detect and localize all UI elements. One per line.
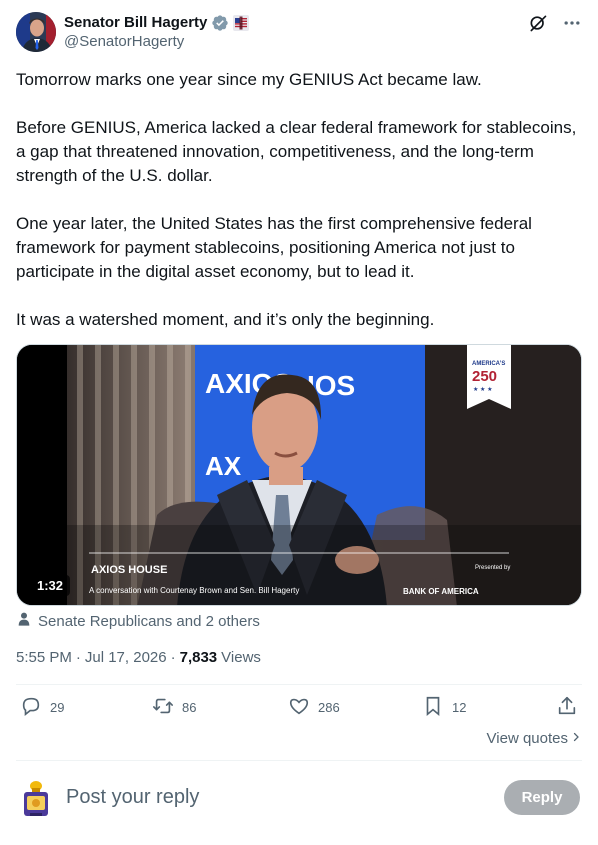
divider [16, 760, 582, 761]
sponsor-name: BANK OF AMERICA [403, 587, 479, 596]
corner-badge-top: AMERICA’S [472, 361, 505, 367]
reply-count: 29 [50, 700, 65, 715]
reply-composer: Post your reply Reply [16, 770, 582, 826]
tweet-header: Senator Bill Hagerty @SenatorHagerty [16, 12, 582, 54]
tagged-users[interactable]: Senate Republicans and 2 others [16, 611, 260, 633]
lower-third-brand: AXIOS HOUSE [91, 564, 167, 576]
reply-input[interactable]: Post your reply [66, 784, 199, 810]
government-flag-icon [233, 14, 250, 31]
author-display-name-row[interactable]: Senator Bill Hagerty [64, 13, 250, 32]
reply-submit-button[interactable]: Reply [504, 780, 580, 815]
repost-icon [152, 695, 174, 720]
bookmark-button[interactable]: 12 [422, 695, 466, 720]
person-icon [16, 611, 32, 633]
reply-icon [20, 695, 42, 720]
chevron-right-icon [570, 730, 582, 747]
share-icon [556, 695, 578, 720]
tweet-paragraph: Before GENIUS, America lacked a clear fe… [16, 118, 577, 185]
author-avatar[interactable] [16, 12, 56, 52]
more-options-icon[interactable] [562, 13, 582, 33]
top-actions [528, 12, 582, 34]
share-button[interactable] [556, 695, 578, 720]
grok-icon[interactable] [528, 13, 548, 33]
corner-badge-stars: ★ ★ ★ [473, 386, 492, 393]
bookmark-count: 12 [452, 700, 467, 715]
tweet-date[interactable]: Jul 17, 2026 [85, 648, 167, 668]
meta-separator: · [75, 649, 81, 666]
divider [16, 684, 582, 685]
user-avatar[interactable] [20, 780, 52, 818]
like-count: 286 [318, 700, 340, 715]
repost-button[interactable]: 86 [152, 695, 196, 720]
tweet-time[interactable]: 5:55 PM [16, 648, 72, 668]
meta-separator: · [170, 649, 176, 666]
like-button[interactable]: 286 [288, 695, 340, 720]
tweet-paragraph: One year later, the United States has th… [16, 214, 532, 281]
video-thumbnail: AXIOS IOS AX AXIOS HOUSE A conversation … [17, 345, 581, 605]
view-quotes-link[interactable]: View quotes [487, 730, 582, 747]
views-count: 7,833 [179, 649, 218, 666]
video-duration: 1:32 [30, 575, 71, 596]
lower-third-caption: A conversation with Courtenay Brown and … [89, 586, 299, 595]
views-label: Views [221, 649, 261, 666]
tagged-text[interactable]: Senate Republicans and 2 others [38, 612, 260, 632]
author-names: Senator Bill Hagerty @SenatorHagerty [64, 13, 250, 52]
corner-badge-number: 250 [472, 368, 497, 385]
tweet-text: Tomorrow marks one year since my GENIUS … [16, 68, 582, 356]
view-quotes-label[interactable]: View quotes [487, 730, 568, 747]
video-player[interactable]: AXIOS IOS AX AXIOS HOUSE A conversation … [16, 344, 582, 606]
author-handle[interactable]: @SenatorHagerty [64, 32, 249, 52]
repost-count: 86 [182, 700, 197, 715]
verified-icon [211, 14, 229, 32]
bookmark-icon [422, 695, 444, 720]
heart-icon [288, 695, 310, 720]
reply-button[interactable]: 29 [20, 695, 64, 720]
tweet-paragraph: Tomorrow marks one year since my GENIUS … [16, 70, 482, 89]
svg-text:AX: AX [205, 451, 242, 481]
author-display-name[interactable]: Senator Bill Hagerty [64, 13, 207, 32]
tweet-paragraph: It was a watershed moment, and it’s only… [16, 310, 435, 329]
presented-by: Presented by [475, 565, 510, 571]
tweet-meta: 5:55 PM · Jul 17, 2026 · 7,833 Views [16, 648, 261, 668]
action-bar: 29 86 286 12 [16, 695, 582, 723]
